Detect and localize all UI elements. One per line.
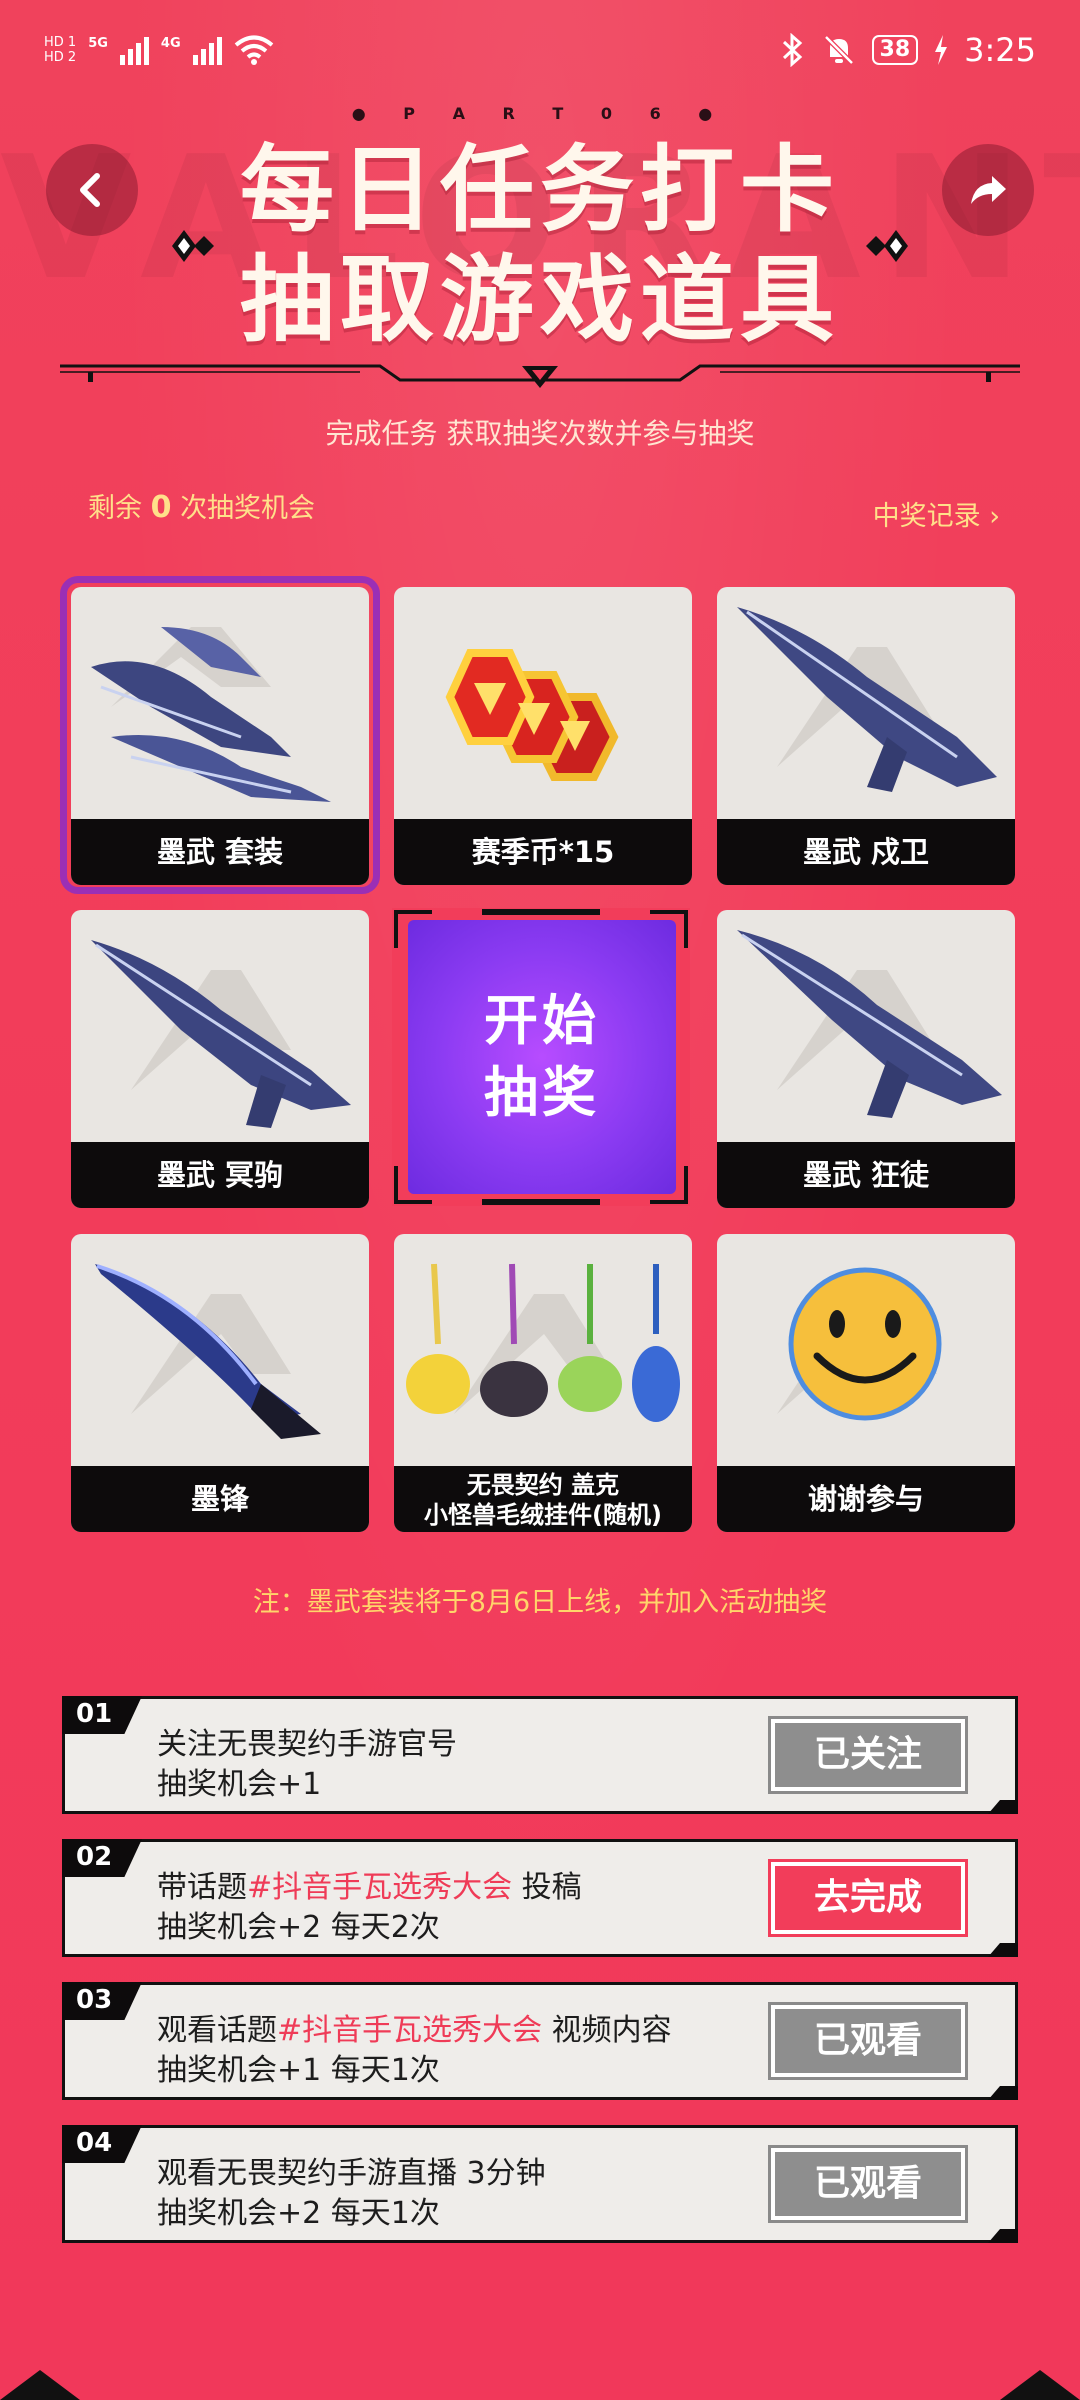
task-number: 02	[62, 1839, 142, 1877]
clock-time: 3:25	[964, 31, 1036, 69]
task-title: 关注无畏契约手游官号	[157, 1727, 457, 1762]
status-bar: HD 1 HD 2 5G 4G 38 3:25	[0, 0, 1080, 100]
network-type-1: 5G	[88, 36, 108, 51]
prize-label: 无畏契约 盖克 小怪兽毛绒挂件(随机)	[394, 1466, 692, 1532]
prize-label-line2: 小怪兽毛绒挂件(随机)	[424, 1501, 662, 1529]
prize-card-guardian[interactable]: 墨武 戍卫	[717, 587, 1015, 885]
task-reward: 抽奖机会+2 每天1次	[157, 2196, 440, 2231]
task-row-post: 02 带话题#抖音手瓦选秀大会 投稿 抽奖机会+2 每天2次 去完成	[62, 1839, 1018, 1957]
bluetooth-icon	[782, 33, 802, 67]
plush-keychain-icon	[406, 1263, 680, 1422]
prize-card-set[interactable]: 墨武 套装	[71, 587, 369, 885]
rifle-set-icon	[91, 627, 331, 802]
task-number: 03	[62, 1982, 142, 2020]
signal-icon	[192, 35, 222, 65]
smiley-icon	[777, 1267, 942, 1421]
page-title-line1: 每日任务打卡	[239, 136, 840, 245]
task-reward: 抽奖机会+1 每天1次	[157, 2053, 440, 2088]
mute-bell-icon	[823, 35, 854, 65]
header-divider	[60, 364, 1020, 388]
remaining-count: 0	[150, 490, 172, 525]
task-title: 观看话题#抖音手瓦选秀大会 视频内容	[157, 2013, 672, 2048]
task-corner-deco	[988, 1800, 1018, 1814]
rifle-icon	[737, 930, 1002, 1118]
task-go-complete-button[interactable]: 去完成	[768, 1859, 968, 1937]
task-title: 观看无畏契约手游直播 3分钟	[157, 2156, 546, 2191]
prize-label: 墨武 戍卫	[717, 819, 1015, 885]
season-coin-icon	[445, 649, 619, 781]
start-frame-deco	[394, 909, 688, 1205]
task-row-follow: 01 关注无畏契约手游官号 抽奖机会+1 已关注	[62, 1696, 1018, 1814]
topic-hashtag: #抖音手瓦选秀大会	[277, 2013, 543, 2048]
prize-label-line1: 无畏契约 盖克	[466, 1471, 620, 1499]
remaining-draws: 剩余 0 次抽奖机会	[88, 490, 316, 525]
task-corner-deco	[988, 1943, 1018, 1957]
prize-label: 墨武 冥驹	[71, 1142, 369, 1208]
part-label: ● P A R T 0 6 ●	[351, 104, 729, 123]
task-corner-deco	[988, 2229, 1018, 2243]
prize-card-season-coin[interactable]: 赛季币*15	[394, 587, 692, 885]
bottom-decoration	[0, 2370, 1080, 2400]
wifi-icon	[234, 35, 273, 65]
prize-label: 墨武 套装	[71, 819, 369, 885]
prize-card-nightmare[interactable]: 墨武 冥驹	[71, 910, 369, 1208]
prize-card-plush[interactable]: 无畏契约 盖克 小怪兽毛绒挂件(随机)	[394, 1234, 692, 1532]
prize-card-blade[interactable]: 墨锋	[71, 1234, 369, 1532]
prize-label: 谢谢参与	[717, 1466, 1015, 1532]
knife-icon	[95, 1264, 321, 1439]
task-followed-button[interactable]: 已关注	[768, 1716, 968, 1794]
task-reward: 抽奖机会+2 每天2次	[157, 1910, 440, 1945]
battery-level: 38	[871, 35, 919, 65]
prize-label: 赛季币*15	[394, 819, 692, 885]
signal-icon	[119, 35, 149, 65]
task-title: 带话题#抖音手瓦选秀大会 投稿	[157, 1870, 582, 1905]
win-record-link[interactable]: 中奖记录 ›	[873, 494, 1000, 533]
task-row-watch-topic: 03 观看话题#抖音手瓦选秀大会 视频内容 抽奖机会+1 每天1次 已观看	[62, 1982, 1018, 2100]
hd-indicator: HD 1 HD 2	[44, 35, 77, 65]
sniper-icon	[91, 940, 351, 1128]
network-type-2: 4G	[160, 36, 181, 51]
activity-note: 注：墨武套装将于8月6日上线，并加入活动抽奖	[252, 1587, 828, 1618]
topic-hashtag: #抖音手瓦选秀大会	[247, 1870, 513, 1905]
page-subtitle: 完成任务 获取抽奖次数并参与抽奖	[325, 417, 755, 450]
rifle-icon	[737, 607, 997, 792]
charging-icon	[935, 35, 948, 65]
task-reward: 抽奖机会+1	[157, 1767, 322, 1802]
diamond-deco-icon	[172, 230, 214, 262]
prize-label: 墨武 狂徒	[717, 1142, 1015, 1208]
task-number: 04	[62, 2125, 142, 2163]
task-number: 01	[62, 1696, 142, 1734]
task-row-watch-live: 04 观看无畏契约手游直播 3分钟 抽奖机会+2 每天1次 已观看	[62, 2125, 1018, 2243]
prize-label: 墨锋	[71, 1466, 369, 1532]
task-watched-button[interactable]: 已观看	[768, 2002, 968, 2080]
task-corner-deco	[988, 2086, 1018, 2100]
prize-card-thanks[interactable]: 谢谢参与	[717, 1234, 1015, 1532]
prize-card-outlaw[interactable]: 墨武 狂徒	[717, 910, 1015, 1208]
task-watched-button[interactable]: 已观看	[768, 2145, 968, 2223]
diamond-deco-icon	[866, 230, 908, 262]
start-draw-button[interactable]: 开始 抽奖	[392, 908, 690, 1206]
